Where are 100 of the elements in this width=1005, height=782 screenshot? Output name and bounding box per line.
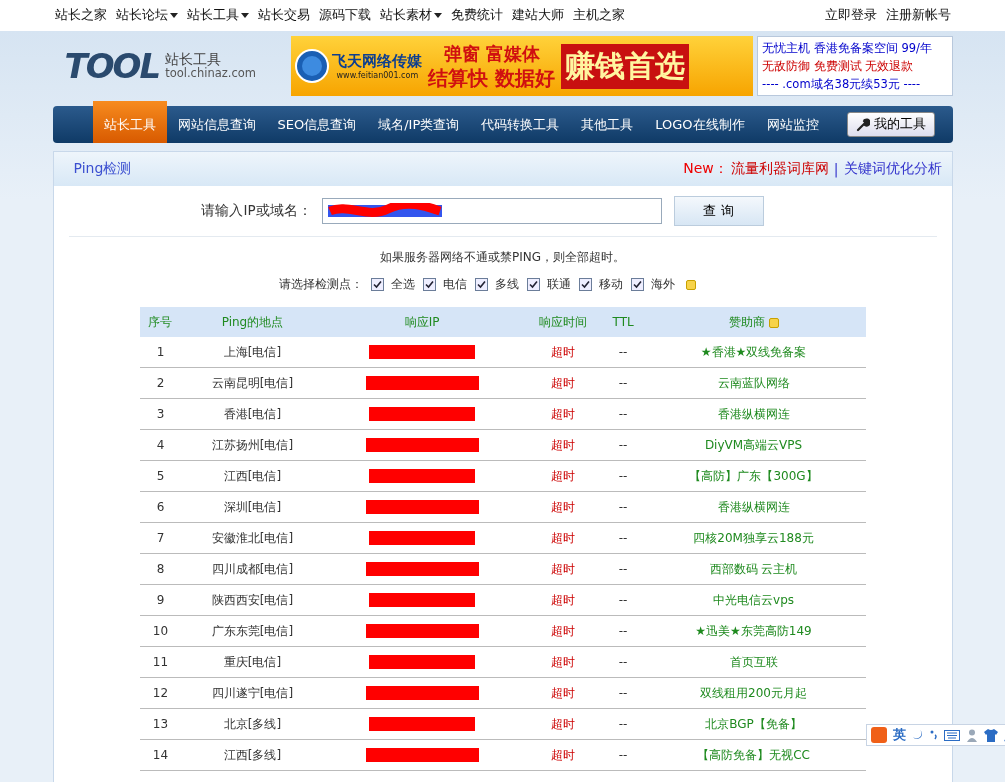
table-cell: 5 (139, 460, 182, 492)
ad-link[interactable]: 无忧主机 香港免备案空间 99/年 (762, 39, 952, 57)
top-nav-link[interactable]: 站长工具 (186, 7, 249, 24)
sponsor-link[interactable]: 四核20M独享云188元 (693, 531, 814, 545)
top-nav-link[interactable]: 主机之家 (572, 7, 625, 24)
table-cell: 云南昆明[电信] (181, 367, 324, 399)
table-cell: -- (604, 429, 642, 461)
table-cell: 2 (139, 367, 182, 399)
checkbox[interactable] (631, 278, 644, 291)
checkbox-label[interactable]: 多线 (495, 276, 519, 293)
table-cell: 陕西西安[电信] (181, 584, 324, 616)
checkbox[interactable] (371, 278, 384, 291)
nav-tab[interactable]: 网站信息查询 (166, 106, 267, 143)
table-cell: 7 (139, 522, 182, 554)
punctuation-icon[interactable] (930, 730, 938, 740)
header-link[interactable]: 关键词优化分析 (843, 160, 942, 178)
top-nav-link[interactable]: 免费统计 (450, 7, 503, 24)
top-nav-link[interactable]: 站长素材 (379, 7, 442, 24)
logo-wordmark[interactable]: TOOL (64, 46, 160, 86)
column-header: 响应时间 (520, 307, 605, 337)
column-header: 序号 (139, 307, 182, 337)
table-cell: 8 (139, 553, 182, 585)
top-nav-link[interactable]: 站长交易 (257, 7, 310, 24)
sponsor-link[interactable]: 首页互联 (729, 655, 778, 669)
table-cell: 超时 (520, 584, 605, 616)
table-cell: 4 (139, 429, 182, 461)
nav-tab[interactable]: 网站监控 (755, 106, 830, 143)
table-cell: -- (604, 646, 642, 678)
sponsor-link[interactable]: ★迅美★东莞高防149 (695, 624, 812, 638)
account-link[interactable]: 立即登录 (824, 7, 877, 24)
ime-mode[interactable]: 英 (893, 726, 906, 744)
table-cell: 超时 (520, 367, 605, 399)
checkbox[interactable] (579, 278, 592, 291)
table-cell: 3 (139, 398, 182, 430)
logo-domain: tool.chinaz.com (165, 66, 256, 80)
checkbox-label[interactable]: 联通 (547, 276, 571, 293)
checkbox[interactable] (527, 278, 540, 291)
ad-link[interactable]: 无敌防御 免费测试 无效退款 (762, 57, 952, 75)
table-cell: -- (604, 337, 642, 368)
ad-link[interactable]: ---- .com域名38元续53元 ---- (762, 75, 952, 93)
banner-slogan: 赚钱首选 (561, 43, 690, 89)
sponsor-link[interactable]: 【高防】广东【300G】 (689, 469, 818, 483)
top-nav-link[interactable]: 站长论坛 (115, 7, 178, 24)
sponsor-link[interactable]: 中光电信云vps (713, 593, 794, 607)
ip-input-field[interactable] (321, 198, 662, 224)
circle-logo-icon (295, 49, 330, 83)
shirt-icon[interactable] (984, 728, 998, 742)
sponsor-link[interactable]: 香港纵横网连 (717, 407, 790, 421)
table-cell: 超时 (520, 491, 605, 523)
banner-url: www.feitian001.com (336, 71, 419, 80)
checkbox-label[interactable]: 海外 (651, 276, 675, 293)
table-cell: 超时 (520, 708, 605, 740)
sponsor-link[interactable]: ★香港★双线免备案 (700, 345, 807, 359)
new-label: New： (683, 160, 728, 178)
sponsor-link[interactable]: 北京BGP【免备】 (705, 717, 802, 731)
sponsor-link[interactable]: 西部数码 云主机 (709, 562, 798, 576)
query-button[interactable]: 查 询 (673, 196, 764, 226)
table-cell: 超时 (520, 646, 605, 678)
table-cell: 上海[电信] (181, 337, 324, 368)
top-nav-link[interactable]: 站长之家 (54, 7, 107, 24)
table-cell: 江西[多线] (181, 739, 324, 771)
sponsor-link[interactable]: 香港纵横网连 (717, 500, 790, 514)
points-label: 请选择检测点： (279, 276, 363, 293)
checkbox[interactable] (475, 278, 488, 291)
my-tools-button[interactable]: 我的工具 (846, 112, 935, 137)
table-cell: 超时 (520, 398, 605, 430)
nav-tab[interactable]: SEO信息查询 (266, 106, 368, 143)
table-cell: 超时 (520, 677, 605, 709)
sponsor-link[interactable]: 【高防免备】无视CC (697, 748, 810, 762)
table-cell: 安徽淮北[电信] (181, 522, 324, 554)
table-cell: 超时 (520, 739, 605, 771)
top-nav-link[interactable]: 建站大师 (511, 7, 564, 24)
checkbox-label[interactable]: 移动 (599, 276, 623, 293)
sponsor-link[interactable]: 云南蓝队网络 (717, 376, 790, 390)
nav-tab[interactable]: 代码转换工具 (470, 106, 571, 143)
nav-tab[interactable]: 域名/IP类查询 (367, 106, 471, 143)
table-cell: 江西[电信] (181, 460, 324, 492)
table-cell: 9 (139, 584, 182, 616)
table-cell: 江苏扬州[电信] (181, 429, 324, 461)
nav-tab[interactable]: LOGO在线制作 (644, 106, 756, 143)
checkbox[interactable] (423, 278, 436, 291)
table-cell: -- (604, 615, 642, 647)
table-cell: 超时 (520, 522, 605, 554)
checkbox-label[interactable]: 全选 (391, 276, 415, 293)
table-cell: -- (604, 367, 642, 399)
table-cell: 6 (139, 491, 182, 523)
account-link[interactable]: 注册新帐号 (885, 7, 951, 24)
table-cell: -- (604, 739, 642, 771)
checkbox-label[interactable]: 电信 (443, 276, 467, 293)
header-link[interactable]: 流量利器词库网 (730, 160, 829, 178)
table-cell: -- (604, 553, 642, 585)
keyboard-icon[interactable] (944, 729, 960, 741)
table-cell: 四川遂宁[电信] (181, 677, 324, 709)
sponsor-link[interactable]: DiyVM高端云VPS (704, 438, 803, 452)
top-nav-link[interactable]: 源码下载 (318, 7, 371, 24)
table-cell: 广东东莞[电信] (181, 615, 324, 647)
table-cell: 深圳[电信] (181, 491, 324, 523)
moon-icon[interactable] (912, 729, 924, 741)
nav-tab[interactable]: 其他工具 (570, 106, 645, 143)
sponsor-link[interactable]: 双线租用200元月起 (700, 686, 807, 700)
